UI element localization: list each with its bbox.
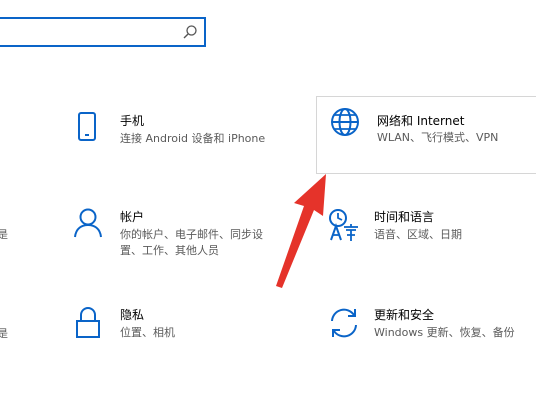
tile-title: 更新和安全 — [374, 308, 435, 322]
tile-description: WLAN、飞行模式、VPN — [377, 131, 499, 144]
tile-title: 网络和 Internet — [377, 114, 465, 128]
phone-icon — [78, 112, 96, 141]
sync-icon — [331, 308, 357, 338]
tile-time-language[interactable]: 时间和语言 语音、区域、日期 — [328, 208, 536, 268]
clipped-text-fragment: 是 — [0, 228, 8, 241]
tile-title: 隐私 — [120, 308, 145, 322]
tile-description-line: 你的帐户、电子邮件、同步设 — [120, 228, 263, 241]
search-input[interactable] — [2, 21, 176, 45]
annotation-arrow — [276, 174, 326, 288]
tile-network[interactable]: 网络和 Internet WLAN、飞行模式、VPN — [316, 96, 536, 174]
tile-description: Windows 更新、恢复、备份 — [374, 326, 515, 339]
tile-title: 帐户 — [120, 210, 145, 224]
tile-description: 语音、区域、日期 — [374, 228, 462, 241]
tile-description: 你的帐户、电子邮件、同步设 置、工作、其他人员 — [120, 227, 263, 259]
tile-phone[interactable]: 手机 连接 Android 设备和 iPhone — [74, 112, 294, 172]
search-icon[interactable] — [182, 24, 198, 40]
clipped-text-fragment: 是 — [0, 327, 8, 340]
search-box[interactable] — [0, 17, 206, 47]
tile-description: 连接 Android 设备和 iPhone — [120, 132, 266, 145]
tile-title: 手机 — [120, 114, 145, 128]
globe-icon — [331, 108, 359, 136]
tile-description: 位置、相机 — [120, 326, 175, 339]
tile-update-security[interactable]: 更新和安全 Windows 更新、恢复、备份 — [328, 306, 536, 366]
tile-description-line: 置、工作、其他人员 — [120, 244, 219, 257]
lock-icon — [76, 307, 100, 338]
tile-privacy[interactable]: 隐私 位置、相机 — [74, 306, 294, 366]
tile-title: 时间和语言 — [374, 210, 435, 224]
person-icon — [74, 208, 102, 238]
